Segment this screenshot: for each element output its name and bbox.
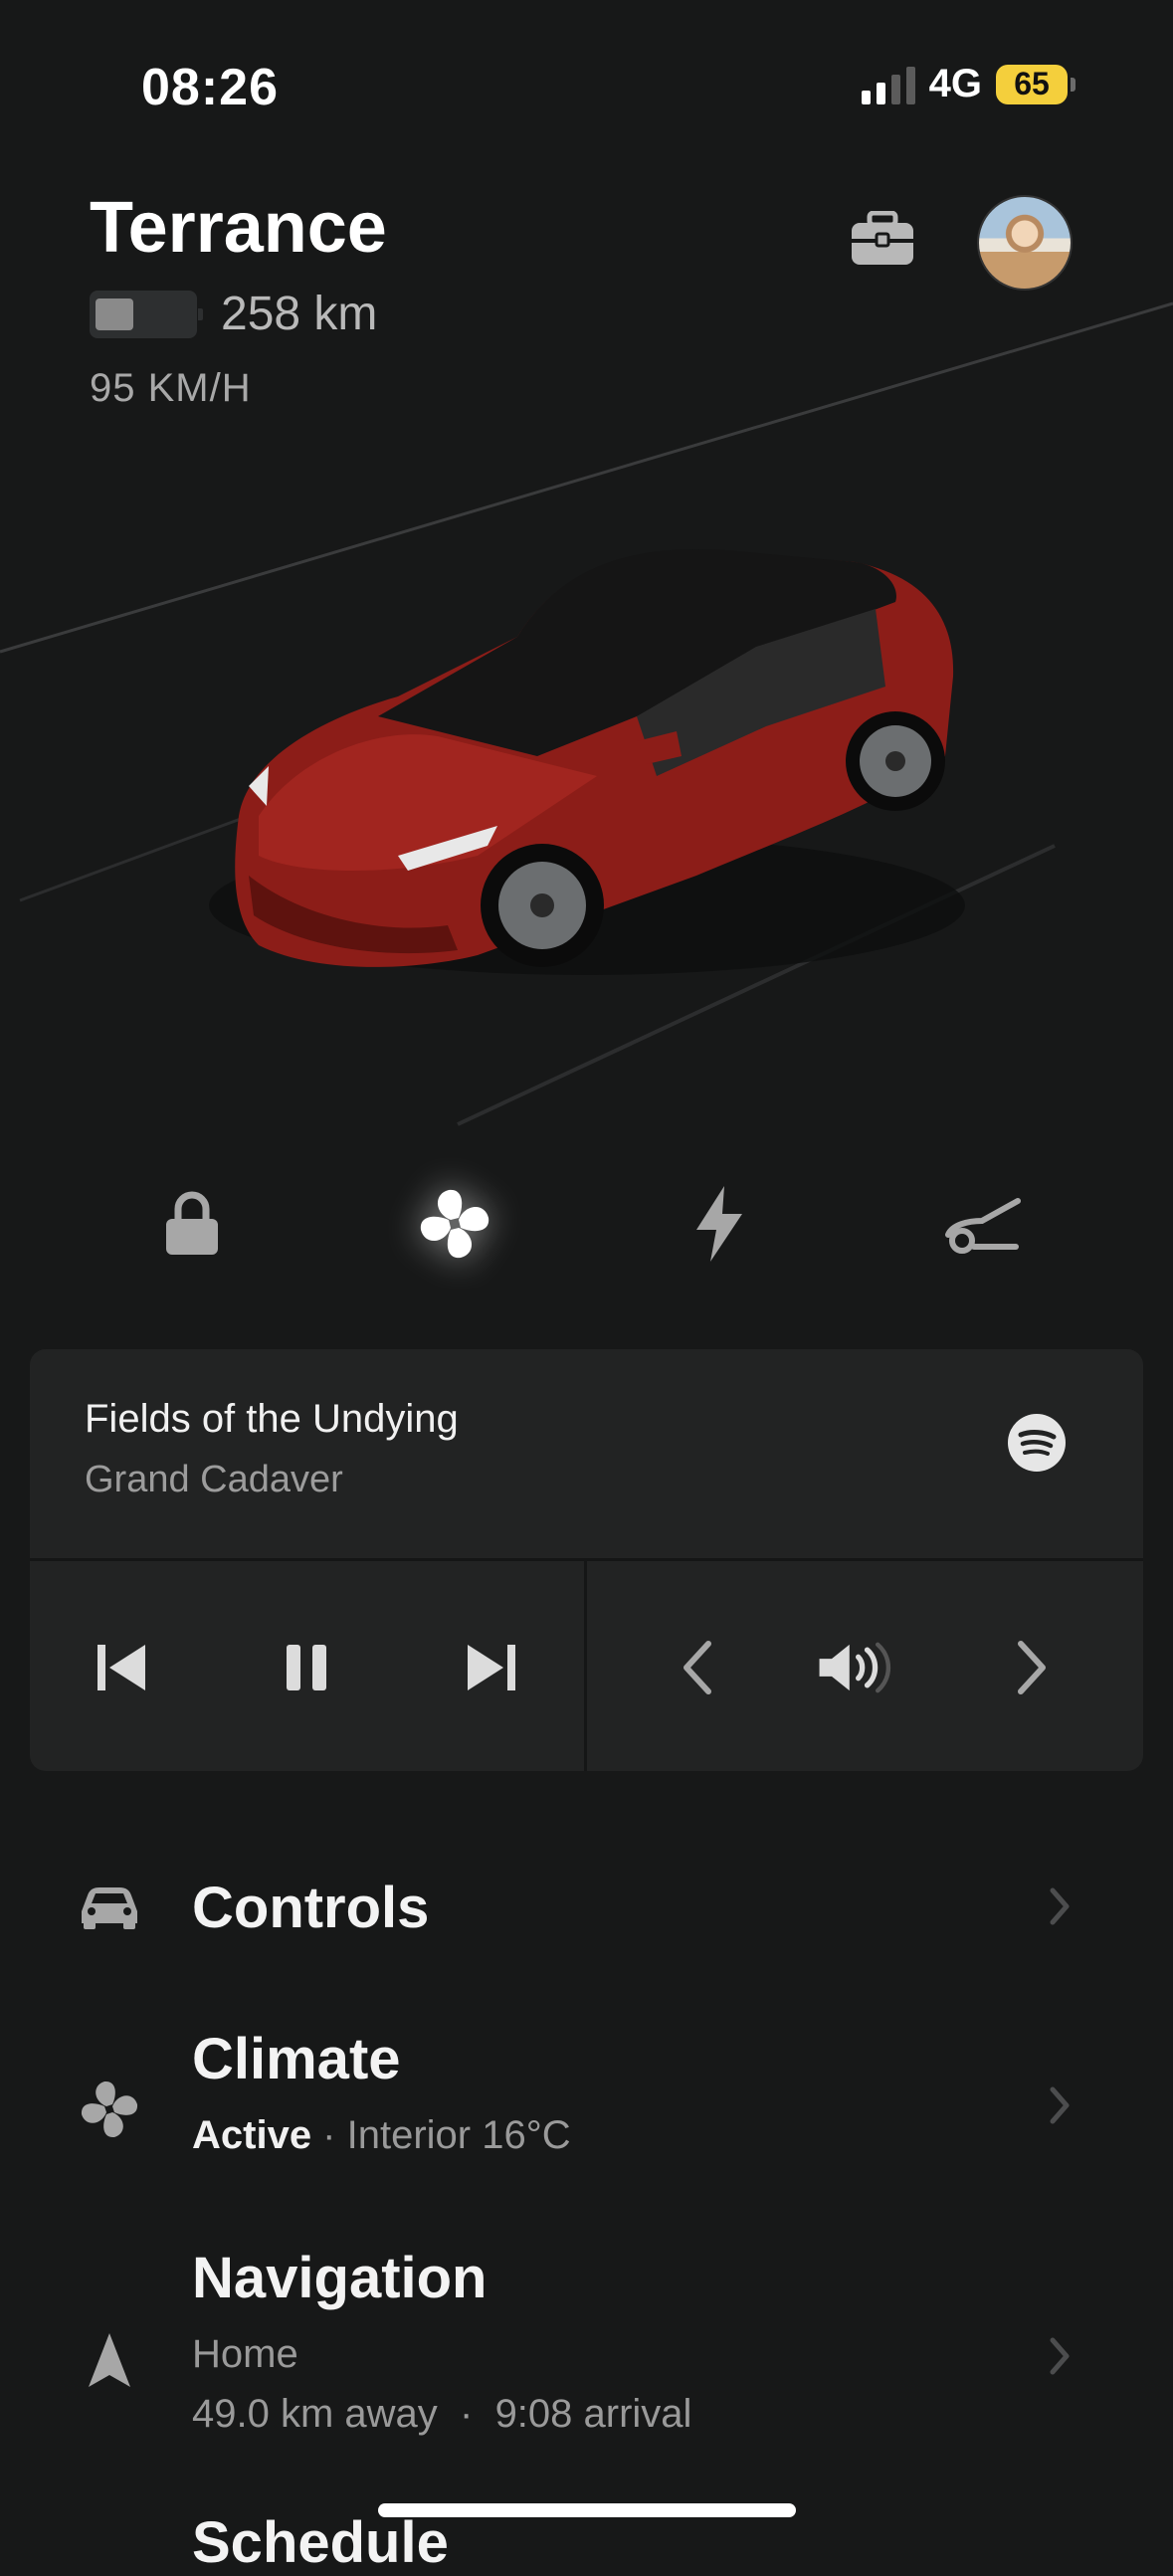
frunk-icon — [945, 1198, 1021, 1254]
navigation-eta: 49.0 km away · 9:08 arrival — [192, 2392, 692, 2436]
climate-quick-button[interactable] — [410, 1179, 499, 1269]
network-type: 4G — [928, 62, 982, 105]
status-time: 08:26 — [141, 59, 279, 116]
lock-button[interactable] — [147, 1179, 237, 1269]
climate-state: Active — [192, 2113, 312, 2157]
chevron-right-icon — [1040, 2326, 1079, 2386]
chevron-left-icon — [684, 1641, 711, 1694]
lock-icon — [166, 1191, 218, 1255]
status-indicators: 4G 65 — [861, 62, 1075, 106]
toolbox-icon[interactable] — [850, 210, 915, 272]
song-title: Fields of the Undying — [85, 1397, 459, 1441]
profile-avatar[interactable] — [977, 195, 1073, 291]
navigation-title: Navigation — [192, 2246, 488, 2310]
previous-track-icon — [98, 1645, 145, 1690]
controls-title: Controls — [192, 1876, 430, 1940]
speaker-icon — [819, 1642, 891, 1693]
climate-row[interactable]: Climate Active · Interior 16°C — [70, 2026, 1104, 2165]
pause-button[interactable] — [267, 1628, 346, 1707]
fan-icon — [70, 2070, 149, 2149]
climate-title: Climate — [192, 2027, 401, 2091]
phone-battery-icon: 65 — [996, 64, 1075, 104]
previous-track-button[interactable] — [82, 1628, 161, 1707]
volume-button[interactable] — [816, 1628, 895, 1707]
lightning-icon — [696, 1186, 742, 1262]
climate-interior-temp: Interior 16°C — [346, 2113, 571, 2157]
car-icon — [70, 1867, 149, 1946]
volume-up-button[interactable] — [993, 1628, 1073, 1707]
climate-status: Active · Interior 16°C — [192, 2113, 571, 2157]
next-track-icon — [468, 1645, 515, 1690]
next-track-button[interactable] — [452, 1628, 531, 1707]
controls-row[interactable]: Controls — [70, 1867, 1104, 1946]
frunk-button[interactable] — [937, 1179, 1027, 1269]
navigation-row[interactable]: Navigation Home 49.0 km away · 9:08 arri… — [70, 2245, 1104, 2444]
fan-icon — [420, 1189, 489, 1259]
vehicle-image[interactable] — [0, 298, 1173, 1144]
navigation-arrow-icon — [70, 2320, 149, 2400]
phone-battery-level: 65 — [996, 64, 1068, 104]
chevron-right-icon — [1018, 1641, 1046, 1694]
chevron-right-icon — [1040, 1877, 1079, 1936]
media-player-card[interactable]: Fields of the Undying Grand Cadaver — [30, 1349, 1143, 1771]
song-artist: Grand Cadaver — [85, 1459, 343, 1500]
volume-down-button[interactable] — [657, 1628, 736, 1707]
cellular-signal-icon — [861, 65, 915, 104]
pause-icon — [287, 1645, 326, 1690]
chevron-right-icon — [1040, 2076, 1079, 2135]
navigation-destination: Home — [192, 2332, 298, 2376]
home-indicator[interactable] — [378, 2503, 796, 2517]
navigation-distance: 49.0 km away — [192, 2392, 438, 2436]
vehicle-name[interactable]: Terrance — [90, 187, 387, 269]
navigation-arrival: 9:08 arrival — [494, 2392, 692, 2436]
spotify-icon[interactable] — [1007, 1413, 1067, 1478]
charge-button[interactable] — [675, 1179, 764, 1269]
